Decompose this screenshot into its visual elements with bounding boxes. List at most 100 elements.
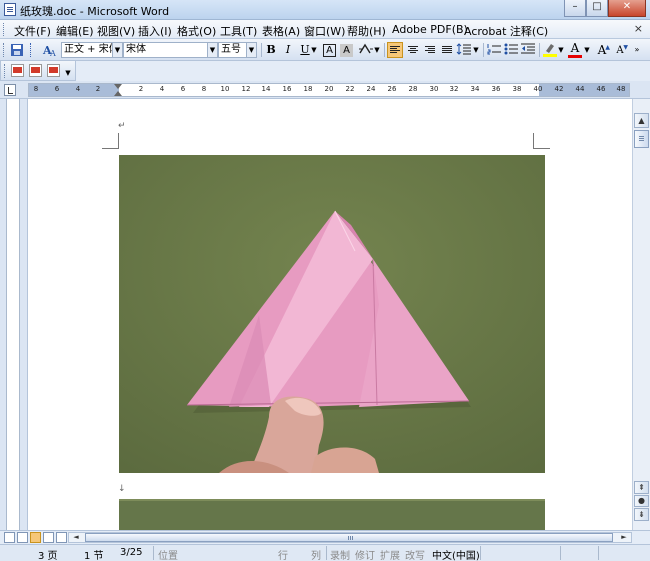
ruler-tick: 34: [470, 85, 480, 93]
horizontal-ruler[interactable]: 8 6 4 2 2 4 6 8 10 12 14 16 18 20 22 24 …: [28, 83, 630, 97]
highlight-button[interactable]: [542, 42, 558, 58]
status-revise[interactable]: 修订: [355, 547, 375, 561]
next-page-button[interactable]: ⇟: [634, 508, 649, 521]
chevron-down-icon[interactable]: ▼: [207, 43, 217, 57]
separator: [483, 43, 484, 57]
character-scaling-button[interactable]: [358, 42, 374, 58]
menu-file[interactable]: 文件(F): [14, 23, 51, 39]
menu-adobe-pdf[interactable]: Adobe PDF(B): [392, 23, 468, 36]
scroll-thumb[interactable]: [634, 130, 649, 148]
menu-tools[interactable]: 工具(T): [220, 23, 257, 39]
character-shading-button[interactable]: A: [340, 44, 353, 57]
title-bar: 纸玫瑰.doc - Microsoft Word – □ ✕: [0, 0, 650, 20]
font-color-dropdown-icon[interactable]: ▼: [583, 42, 591, 58]
separator: [261, 43, 262, 57]
toolbar-grip[interactable]: [3, 23, 6, 36]
outline-view-button[interactable]: [43, 532, 54, 543]
minimize-button[interactable]: –: [564, 0, 586, 17]
window-title: 纸玫瑰.doc - Microsoft Word: [20, 5, 170, 18]
line-spacing-button[interactable]: [456, 42, 472, 58]
align-left-button[interactable]: [387, 42, 403, 58]
scroll-left-button[interactable]: ◄: [69, 533, 83, 542]
toolbar-grip[interactable]: [30, 43, 33, 57]
convert-to-pdf-icon[interactable]: [11, 64, 24, 77]
shrink-font-button[interactable]: A ▼: [612, 42, 628, 58]
ruler-tick: 2: [138, 85, 144, 93]
font-size-value: 五号: [221, 44, 241, 55]
italic-button[interactable]: I: [280, 42, 296, 58]
scroll-right-button[interactable]: ►: [617, 533, 631, 542]
highlight-dropdown-icon[interactable]: ▼: [557, 42, 565, 58]
line-spacing-dropdown-icon[interactable]: ▼: [472, 42, 480, 58]
document-area: ↵ ↓: [0, 99, 632, 530]
normal-view-button[interactable]: [4, 532, 15, 543]
convert-and-email-pdf-icon[interactable]: [29, 64, 42, 77]
status-overtype[interactable]: 改写: [405, 547, 425, 561]
paragraph-mark: ↓: [118, 484, 126, 494]
ruler-tick: 8: [201, 85, 207, 93]
numbering-button[interactable]: [486, 42, 502, 58]
font-size-combo[interactable]: 五号 ▼: [218, 42, 257, 58]
first-line-indent-marker[interactable]: [114, 84, 122, 96]
shrink-arrow-icon: ▼: [623, 44, 628, 51]
reading-layout-view-button[interactable]: [56, 532, 67, 543]
save-button[interactable]: [9, 42, 25, 58]
decrease-indent-button[interactable]: [520, 42, 536, 58]
menu-view[interactable]: 视图(V): [97, 23, 135, 39]
origami-photo-2[interactable]: [119, 499, 545, 530]
justify-button[interactable]: [439, 42, 455, 58]
ruler-bar: 8 6 4 2 2 4 6 8 10 12 14 16 18 20 22 24 …: [0, 81, 650, 99]
select-browse-object-button[interactable]: ●: [634, 495, 649, 507]
toolbar-grip[interactable]: [4, 64, 7, 78]
origami-photo-1[interactable]: [119, 155, 545, 473]
menu-edit[interactable]: 编辑(E): [56, 23, 94, 39]
bold-button[interactable]: B: [263, 42, 279, 58]
print-layout-view-button[interactable]: [30, 532, 41, 543]
menu-table[interactable]: 表格(A): [262, 23, 300, 39]
align-center-button[interactable]: [405, 42, 421, 58]
ruler-tick: 32: [449, 85, 459, 93]
horizontal-scroll-thumb[interactable]: [85, 533, 613, 542]
align-right-button[interactable]: [422, 42, 438, 58]
maximize-button[interactable]: □: [586, 0, 608, 17]
web-layout-view-button[interactable]: [17, 532, 28, 543]
convert-and-review-pdf-icon[interactable]: [47, 64, 60, 77]
close-button[interactable]: ✕: [608, 0, 646, 17]
document-page[interactable]: ↵ ↓: [28, 99, 632, 530]
styles-formatting-button[interactable]: AA: [42, 42, 58, 58]
ruler-tick: 2: [95, 85, 101, 93]
chevron-down-icon[interactable]: ▼: [112, 43, 122, 57]
scaling-dropdown-icon[interactable]: ▼: [373, 42, 381, 58]
window-controls: – □ ✕: [564, 0, 646, 17]
font-color-button[interactable]: A: [567, 42, 583, 58]
menu-window[interactable]: 窗口(W): [304, 23, 345, 39]
underline-dropdown-icon[interactable]: ▼: [310, 42, 318, 58]
previous-page-button[interactable]: ⇞: [634, 481, 649, 494]
tab-selector-icon[interactable]: [4, 84, 16, 96]
bullets-button[interactable]: [503, 42, 519, 58]
toolbar-grip[interactable]: [3, 43, 6, 57]
scroll-up-button[interactable]: ▲: [634, 113, 649, 128]
status-extend[interactable]: 扩展: [380, 547, 400, 561]
menu-help[interactable]: 帮助(H): [347, 23, 386, 39]
horizontal-scrollbar[interactable]: ◄ ►: [68, 532, 632, 543]
close-document-button[interactable]: ×: [634, 22, 643, 35]
status-record[interactable]: 录制: [330, 547, 350, 561]
toolbar-options-icon[interactable]: »: [632, 42, 642, 58]
svg-text:A: A: [49, 49, 56, 58]
menu-format[interactable]: 格式(O): [177, 23, 216, 39]
status-divider: [480, 546, 481, 560]
vertical-ruler[interactable]: [6, 99, 20, 530]
paragraph-mark: ↵: [118, 121, 126, 131]
vertical-scrollbar[interactable]: ▲ ⇞ ● ⇟: [632, 99, 650, 530]
style-combo[interactable]: 正文 + 宋体 ▼: [61, 42, 123, 58]
menu-acrobat-comments[interactable]: Acrobat 注释(C): [464, 23, 548, 39]
grow-font-button[interactable]: A ▲: [594, 42, 610, 58]
character-border-button[interactable]: A: [323, 44, 336, 57]
ruler-tick: 12: [241, 85, 251, 93]
menu-insert[interactable]: 插入(I): [138, 23, 172, 39]
ruler-tick: 20: [324, 85, 334, 93]
minimize-icon: –: [572, 1, 578, 12]
font-combo[interactable]: 宋体 ▼: [123, 42, 218, 58]
chevron-down-icon[interactable]: ▼: [246, 43, 256, 57]
